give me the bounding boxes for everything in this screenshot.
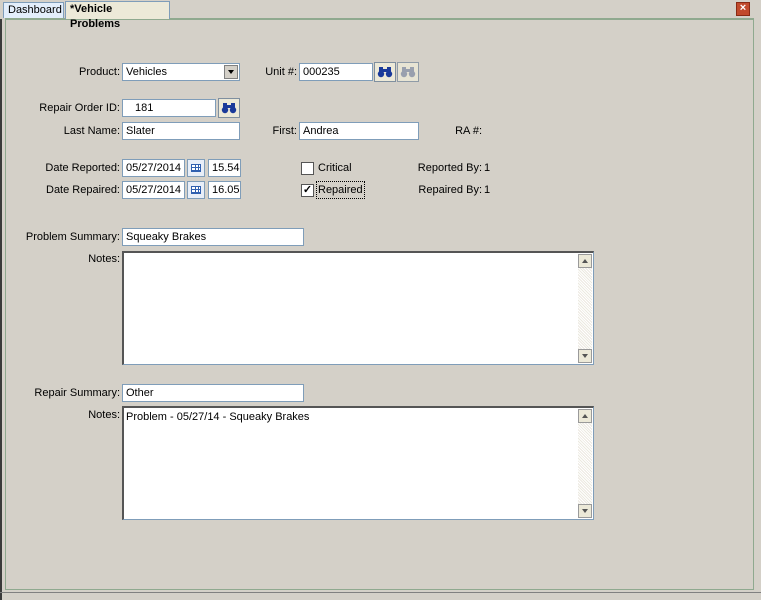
time-repaired-field[interactable]: 16.05	[208, 181, 241, 199]
repaired-by-label: Repaired By:	[418, 184, 482, 196]
problem-summary-field[interactable]: Squeaky Brakes	[122, 228, 304, 246]
tab-strip: Dashboard *Vehicle Problems ×	[0, 0, 761, 30]
repaired-by-value: 1	[484, 184, 491, 196]
date-reported-field[interactable]: 05/27/2014	[122, 159, 185, 177]
first-name-field[interactable]: Andrea	[299, 122, 419, 140]
product-label: Product:	[79, 66, 120, 78]
ra-label: RA #:	[455, 125, 482, 137]
time-reported-field[interactable]: 15.54	[208, 159, 241, 177]
last-name-label: Last Name:	[63, 125, 120, 137]
scroll-down-icon[interactable]	[578, 349, 592, 363]
calendar-repaired-icon[interactable]	[187, 181, 205, 199]
last-name-field[interactable]: Slater	[122, 122, 240, 140]
repair-order-search-icon[interactable]	[218, 98, 240, 118]
reported-by-label: Reported By:	[417, 162, 482, 174]
repair-order-id-label: Repair Order ID:	[39, 102, 120, 114]
repair-summary-field[interactable]: Other	[122, 384, 304, 402]
repaired-label[interactable]: Repaired	[316, 181, 365, 199]
problem-summary-label: Problem Summary:	[25, 231, 120, 243]
scroll-down-icon[interactable]	[578, 504, 592, 518]
close-icon[interactable]: ×	[736, 2, 750, 16]
chevron-down-icon[interactable]	[224, 65, 238, 79]
tab-vehicle-problems[interactable]: *Vehicle Problems	[65, 1, 170, 30]
tab-dashboard[interactable]: Dashboard	[3, 2, 64, 18]
product-value: Vehicles	[126, 66, 167, 78]
critical-label[interactable]: Critical	[318, 159, 352, 177]
left-window-edge	[0, 19, 2, 600]
binoculars-icon[interactable]	[374, 62, 396, 82]
problem-notes-textarea[interactable]	[122, 251, 594, 365]
problem-notes-label: Notes:	[88, 253, 120, 265]
date-reported-label: Date Reported:	[45, 162, 120, 174]
unit-field[interactable]: 000235	[299, 63, 373, 81]
problem-notes-scrollbar[interactable]	[578, 254, 592, 363]
repair-notes-label: Notes:	[88, 409, 120, 421]
repair-summary-label: Repair Summary:	[34, 387, 120, 399]
scroll-up-icon[interactable]	[578, 409, 592, 423]
repair-notes-scrollbar[interactable]	[578, 409, 592, 518]
reported-by-value: 1	[484, 162, 491, 174]
bottom-divider	[0, 592, 761, 593]
repair-order-id-field[interactable]: 181	[122, 99, 216, 117]
binoculars-alt-icon[interactable]	[397, 62, 419, 82]
critical-checkbox[interactable]	[301, 162, 314, 175]
date-repaired-field[interactable]: 05/27/2014	[122, 181, 185, 199]
repair-notes-textarea[interactable]: Problem - 05/27/14 - Squeaky Brakes	[122, 406, 594, 520]
repair-notes-text: Problem - 05/27/14 - Squeaky Brakes	[126, 411, 310, 423]
first-name-label: First:	[272, 125, 297, 137]
calendar-icon[interactable]	[187, 159, 205, 177]
repaired-checkbox[interactable]: ✓	[301, 184, 314, 197]
scroll-up-icon[interactable]	[578, 254, 592, 268]
date-repaired-label: Date Repaired:	[46, 184, 120, 196]
unit-label: Unit #:	[265, 66, 297, 78]
product-select[interactable]: Vehicles	[122, 63, 240, 81]
